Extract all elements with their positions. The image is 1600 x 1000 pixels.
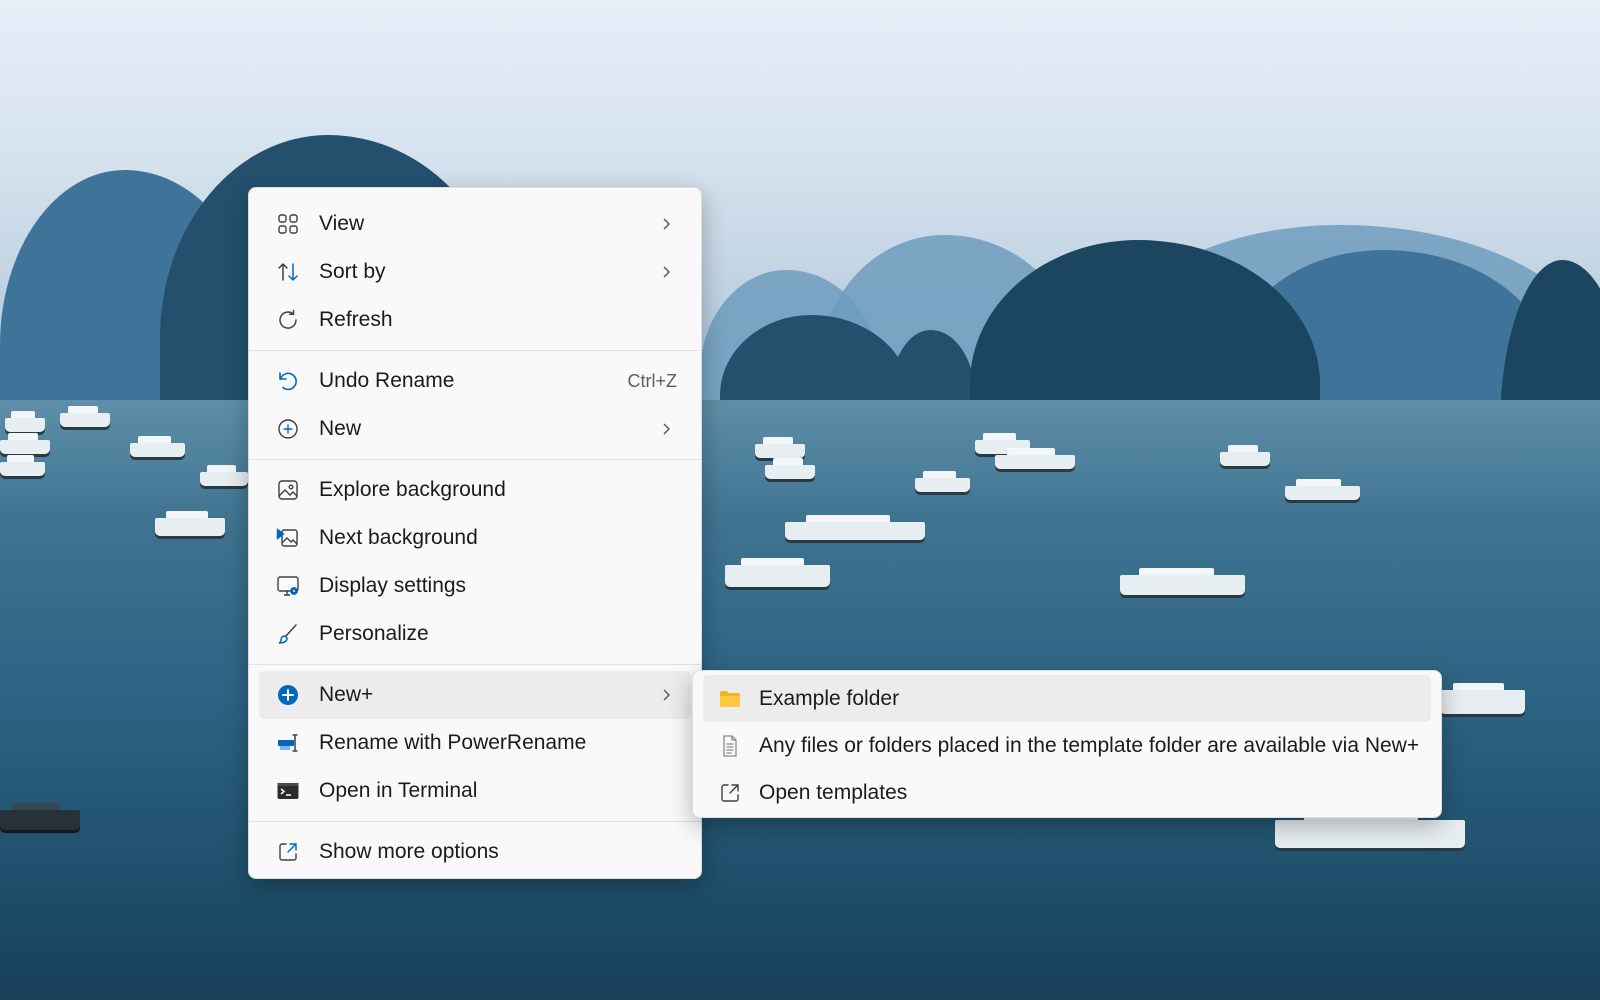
menu-item-label: Explore background [319, 478, 506, 501]
wallpaper-boat [5, 411, 45, 432]
wallpaper-boat [995, 448, 1075, 469]
menu-item-label: Next background [319, 526, 478, 549]
new-icon [275, 416, 301, 442]
powerrename-icon [275, 730, 301, 756]
wallpaper-boat [1285, 479, 1360, 500]
menu-item-label: New+ [319, 683, 374, 706]
menu-item-label: Personalize [319, 622, 429, 645]
document-icon [717, 733, 743, 759]
wallpaper-boat [200, 465, 248, 486]
submenu-item-label: Any files or folders placed in the templ… [759, 733, 1420, 757]
menu-item-explore-background[interactable]: Explore background [259, 466, 691, 514]
menu-item-view[interactable]: View [259, 200, 691, 248]
wallpaper-boat [1275, 813, 1465, 848]
menu-item-label: Open in Terminal [319, 779, 478, 802]
menu-item-sort-by[interactable]: Sort by [259, 248, 691, 296]
undo-icon [275, 368, 301, 394]
wallpaper-boat [0, 455, 45, 476]
menu-item-new[interactable]: New [259, 405, 691, 453]
personalize-brush-icon [275, 621, 301, 647]
submenu-item-open-templates[interactable]: Open templates [703, 769, 1431, 816]
wallpaper-boat [0, 433, 50, 454]
next-background-icon [275, 525, 301, 551]
new-plus-submenu: Example folder Any files or folders plac… [692, 670, 1442, 818]
open-external-icon [717, 780, 743, 806]
menu-item-label: Undo Rename [319, 369, 455, 392]
folder-icon [717, 686, 743, 712]
terminal-icon [275, 778, 301, 804]
submenu-item-example-folder[interactable]: Example folder [703, 675, 1431, 722]
chevron-right-icon [659, 422, 673, 436]
refresh-icon [275, 307, 301, 333]
menu-item-personalize[interactable]: Personalize [259, 610, 691, 658]
menu-item-open-in-terminal[interactable]: Open in Terminal [259, 767, 691, 815]
submenu-item-label: Open templates [759, 780, 908, 804]
show-more-options-icon [275, 839, 301, 865]
menu-item-next-background[interactable]: Next background [259, 514, 691, 562]
wallpaper-boat [765, 458, 815, 479]
menu-separator [249, 350, 701, 351]
menu-item-display-settings[interactable]: Display settings [259, 562, 691, 610]
sort-icon [275, 259, 301, 285]
menu-item-new-plus[interactable]: New+ [259, 671, 691, 719]
wallpaper-boat [155, 511, 225, 536]
keyboard-shortcut: Ctrl+Z [627, 370, 678, 391]
new-plus-icon [275, 682, 301, 708]
desktop-wallpaper[interactable] [0, 0, 1600, 1000]
wallpaper-boat [1220, 445, 1270, 466]
wallpaper-boat [1120, 568, 1245, 595]
menu-separator [249, 459, 701, 460]
menu-item-label: Rename with PowerRename [319, 731, 587, 754]
menu-item-label: Sort by [319, 260, 386, 283]
wallpaper-boat [130, 436, 185, 457]
wallpaper-boat [785, 515, 925, 540]
menu-item-show-more-options[interactable]: Show more options [259, 828, 691, 876]
menu-separator [249, 664, 701, 665]
wallpaper-boat [725, 558, 830, 587]
menu-item-undo-rename[interactable]: Undo Rename Ctrl+Z [259, 357, 691, 405]
menu-item-label: View [319, 212, 365, 235]
submenu-item-template-info[interactable]: Any files or folders placed in the templ… [703, 722, 1431, 769]
wallpaper-boat [1440, 683, 1525, 714]
menu-item-refresh[interactable]: Refresh [259, 296, 691, 344]
explore-background-icon [275, 477, 301, 503]
menu-separator [249, 821, 701, 822]
desktop-context-menu: View Sort by Refresh Undo Rename Ctrl+Z [248, 187, 702, 879]
chevron-right-icon [659, 265, 673, 279]
menu-item-label: Refresh [319, 308, 393, 331]
menu-item-label: Show more options [319, 840, 499, 863]
submenu-item-label: Example folder [759, 686, 900, 710]
view-grid-icon [275, 211, 301, 237]
display-settings-icon [275, 573, 301, 599]
wallpaper-boat [0, 803, 80, 830]
menu-item-powerrename[interactable]: Rename with PowerRename [259, 719, 691, 767]
wallpaper-boat [60, 406, 110, 427]
chevron-right-icon [659, 217, 673, 231]
wallpaper-boat [755, 437, 805, 458]
wallpaper-boat [915, 471, 970, 492]
menu-item-label: New [319, 417, 362, 440]
chevron-right-icon [659, 688, 673, 702]
menu-item-label: Display settings [319, 574, 467, 597]
